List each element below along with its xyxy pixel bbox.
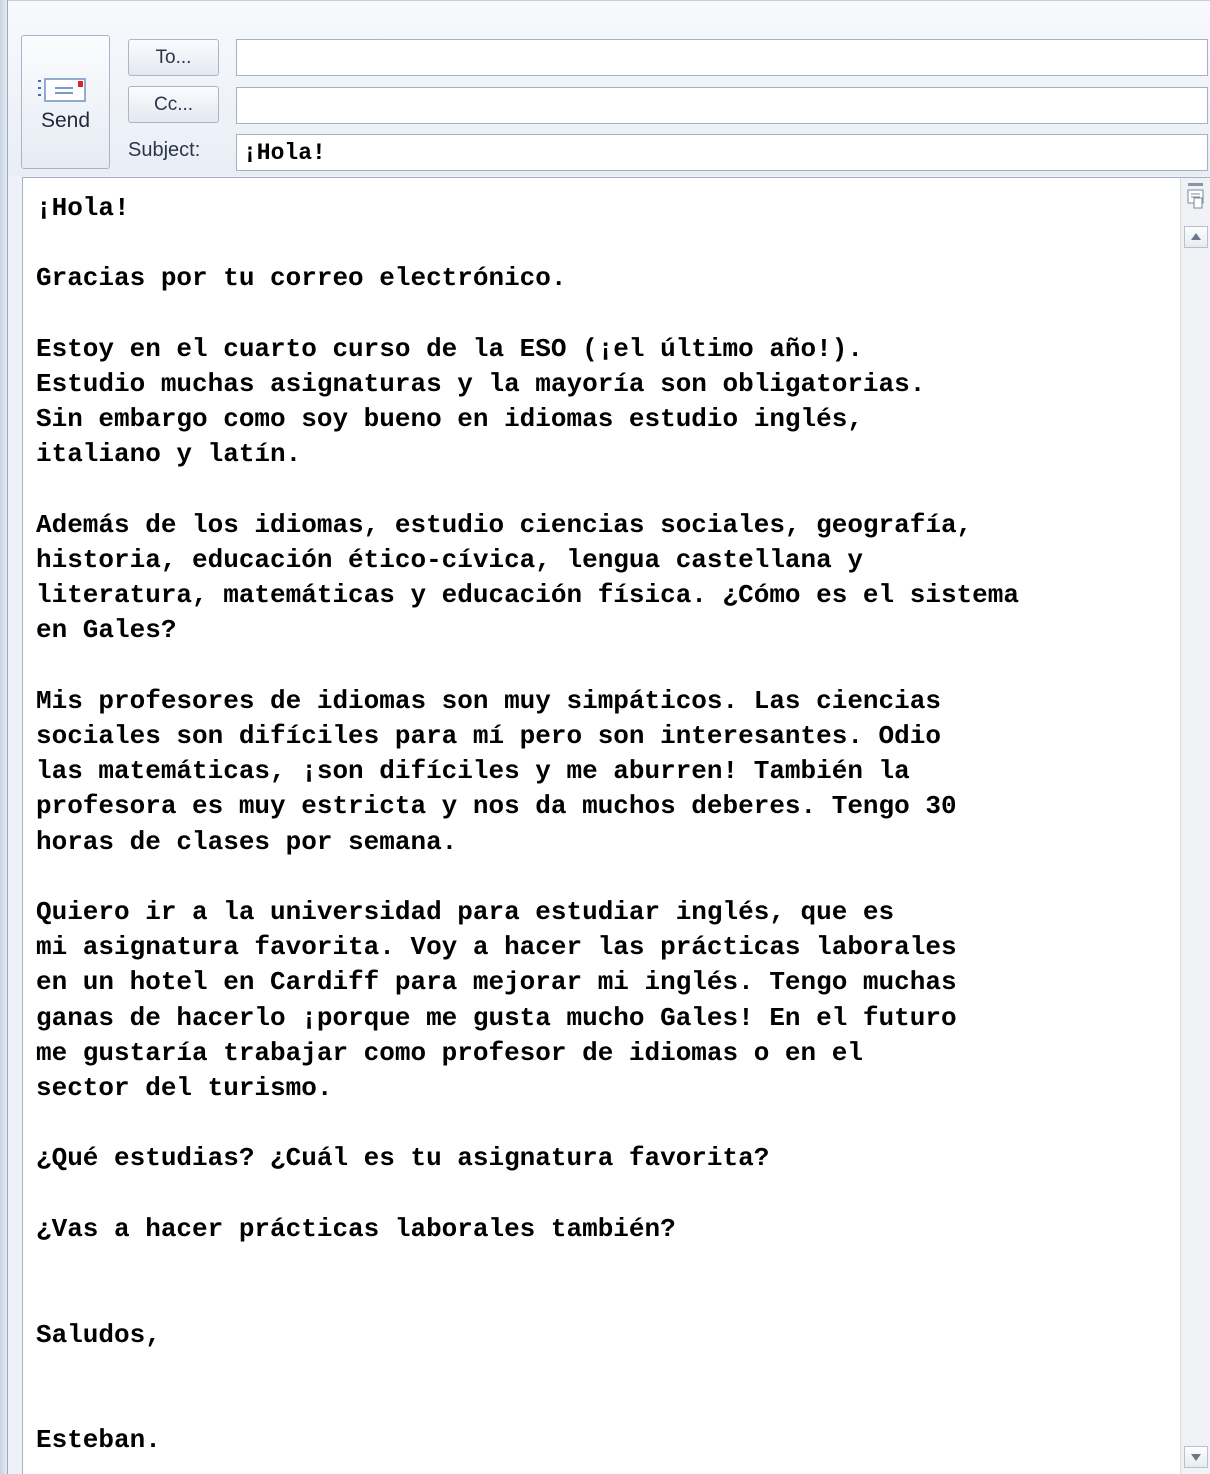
subject-field[interactable]: [236, 134, 1208, 171]
message-body-editor[interactable]: ¡Hola! Gracias por tu correo electrónico…: [22, 177, 1210, 1474]
vertical-scrollbar[interactable]: [1180, 178, 1210, 1474]
cc-button[interactable]: Cc...: [128, 86, 219, 123]
send-button[interactable]: Send: [21, 35, 110, 169]
compose-window: Send To... Cc... Subject: ¡Hola! Gracias…: [0, 0, 1210, 1474]
cc-field[interactable]: [236, 87, 1208, 124]
to-button[interactable]: To...: [128, 39, 219, 76]
send-label: Send: [40, 109, 91, 132]
arrow-up-icon: [1191, 233, 1201, 240]
to-field[interactable]: [236, 39, 1208, 76]
arrow-down-icon: [1191, 1454, 1201, 1461]
scroll-down-button[interactable]: [1184, 1446, 1208, 1468]
scroll-up-button[interactable]: [1184, 226, 1208, 248]
window-left-edge: [0, 0, 8, 1474]
subject-label: Subject:: [128, 139, 201, 161]
view-toggle-icon[interactable]: [1186, 182, 1205, 216]
envelope-send-icon: [38, 78, 86, 102]
compose-header: Send To... Cc... Subject:: [8, 0, 1210, 176]
message-body-text[interactable]: ¡Hola! Gracias por tu correo electrónico…: [36, 191, 1171, 1458]
